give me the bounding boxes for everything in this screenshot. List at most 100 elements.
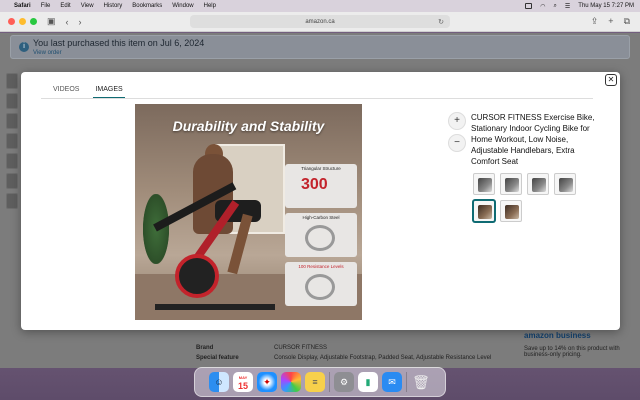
left-thumbnail[interactable] xyxy=(6,133,18,149)
bike-thumbnail-image xyxy=(478,178,492,192)
view-order-link[interactable]: View order xyxy=(33,50,607,56)
image-thumbnail[interactable] xyxy=(500,173,522,195)
main-product-image[interactable]: Durability and Stability Triangular Stru… xyxy=(135,104,362,320)
image-thumbnail[interactable] xyxy=(500,200,522,222)
image-thumbnail[interactable] xyxy=(473,173,495,195)
settings-icon[interactable]: ⚙ xyxy=(334,372,354,392)
search-icon[interactable]: ⌕ xyxy=(554,3,557,10)
feature-number: 300 xyxy=(301,176,328,193)
image-thumbnail-selected[interactable] xyxy=(473,200,495,222)
zoom-window-button[interactable] xyxy=(30,18,37,25)
reload-icon[interactable]: ↻ xyxy=(438,18,444,26)
left-thumbnail[interactable] xyxy=(6,93,18,109)
share-icon[interactable]: ⇪ xyxy=(591,16,599,27)
menu-view[interactable]: View xyxy=(81,3,94,9)
feature-label: 100 Resistance Levels xyxy=(298,264,344,269)
image-gallery-modal: VIDEOS IMAGES ✕ Durability and Stability… xyxy=(21,72,620,330)
media-tabs: VIDEOS IMAGES xyxy=(51,84,125,99)
zoom-out-button[interactable]: − xyxy=(448,134,466,152)
mail-icon[interactable]: ✉ xyxy=(382,372,402,392)
url-text: amazon.ca xyxy=(305,18,335,25)
business-promo: amazon business Save up to 14% on this p… xyxy=(524,331,634,358)
calendar-day: 15 xyxy=(237,381,248,391)
finder-icon[interactable]: ☺ xyxy=(209,372,229,392)
sidebar-icon[interactable]: ▣ xyxy=(47,16,56,27)
trash-icon[interactable]: 🗑 xyxy=(411,372,431,392)
purchase-notice: i You last purchased this item on Jul 6,… xyxy=(10,35,630,59)
info-icon: i xyxy=(19,42,29,52)
menu-file[interactable]: File xyxy=(41,3,51,9)
tab-videos[interactable]: VIDEOS xyxy=(51,84,81,99)
bike-thumbnail-image xyxy=(505,205,519,219)
menu-help[interactable]: Help xyxy=(204,3,216,9)
back-icon[interactable]: ‹ xyxy=(66,17,69,27)
detail-key: Brand xyxy=(196,345,214,351)
feature-panel: Triangular Structure 300 xyxy=(285,164,357,208)
close-window-button[interactable] xyxy=(8,18,15,25)
tab-overview-icon[interactable]: ⧉ xyxy=(624,16,630,27)
left-thumbnail[interactable] xyxy=(6,73,18,89)
bike-thumbnail-image xyxy=(505,178,519,192)
battery-icon[interactable] xyxy=(525,3,533,9)
minimize-window-button[interactable] xyxy=(19,18,26,25)
control-center-icon[interactable]: ☰ xyxy=(565,3,570,10)
menu-bar: Safari File Edit View History Bookmarks … xyxy=(0,0,640,12)
image-thumbnail[interactable] xyxy=(554,173,576,195)
image-headline: Durability and Stability xyxy=(172,118,325,134)
image-thumbnail[interactable] xyxy=(527,173,549,195)
detail-value: Console Display, Adjustable Footstrap, P… xyxy=(274,355,492,361)
numbers-icon[interactable]: ▮ xyxy=(358,372,378,392)
flywheel-detail-graphic xyxy=(305,225,335,251)
feature-panel: 100 Resistance Levels xyxy=(285,262,357,306)
left-thumbnail-strip xyxy=(6,73,20,213)
feature-label: Triangular Structure xyxy=(301,166,341,171)
dock: ☺ MAY 15 ✦ ≡ ⚙ ▮ ✉ 🗑 xyxy=(194,367,446,397)
business-text: Save up to 14% on this product with busi… xyxy=(524,346,620,358)
clock[interactable]: Thu May 15 7:27 PM xyxy=(578,3,634,9)
detail-key: Special feature xyxy=(196,355,239,361)
product-title: CURSOR FITNESS Exercise Bike, Stationary… xyxy=(471,113,595,166)
notice-title: You last purchased this item on Jul 6, 2… xyxy=(33,38,205,48)
zoom-in-button[interactable]: + xyxy=(448,112,466,130)
menu-window[interactable]: Window xyxy=(172,3,193,9)
product-details: Brand CURSOR FITNESS Special feature Con… xyxy=(196,345,491,365)
calendar-icon[interactable]: MAY 15 xyxy=(233,372,253,392)
menu-edit[interactable]: Edit xyxy=(60,3,70,9)
photos-icon[interactable] xyxy=(281,372,301,392)
menu-safari[interactable]: Safari xyxy=(14,3,31,9)
zoom-in-icon: + xyxy=(454,115,460,126)
bike-thumbnail-image xyxy=(478,205,492,219)
menu-bookmarks[interactable]: Bookmarks xyxy=(132,3,162,9)
safari-icon[interactable]: ✦ xyxy=(257,372,277,392)
bike-thumbnail-image xyxy=(532,178,546,192)
notes-icon[interactable]: ≡ xyxy=(305,372,325,392)
feature-label: High-Carbon Steel xyxy=(302,215,340,220)
new-tab-icon[interactable]: + xyxy=(608,16,613,27)
dock-separator xyxy=(406,372,407,392)
address-bar[interactable]: amazon.ca ↻ xyxy=(190,15,450,28)
tab-images[interactable]: IMAGES xyxy=(93,84,125,99)
detail-value: CURSOR FITNESS xyxy=(274,345,328,351)
close-modal-button[interactable]: ✕ xyxy=(605,74,617,86)
detail-row: Brand CURSOR FITNESS xyxy=(196,345,491,351)
wifi-icon[interactable]: ◠ xyxy=(540,3,545,10)
bike-thumbnail-image xyxy=(559,178,573,192)
flywheel-graphic xyxy=(175,254,219,298)
left-thumbnail[interactable] xyxy=(6,153,18,169)
menu-history[interactable]: History xyxy=(104,3,123,9)
amazon-business-logo[interactable]: amazon business xyxy=(524,331,634,340)
left-thumbnail[interactable] xyxy=(6,173,18,189)
browser-toolbar: ▣ ‹ › amazon.ca ↻ ⇪ + ⧉ xyxy=(0,12,640,32)
status-area: ◠ ⌕ ☰ Thu May 15 7:27 PM xyxy=(525,3,634,10)
feature-panels: Triangular Structure 300 High-Carbon Ste… xyxy=(285,164,357,311)
zoom-out-icon: − xyxy=(454,137,460,148)
feature-panel: High-Carbon Steel xyxy=(285,213,357,257)
left-thumbnail[interactable] xyxy=(6,193,18,209)
forward-icon[interactable]: › xyxy=(79,17,82,27)
window-controls xyxy=(8,18,37,25)
detail-row: Special feature Console Display, Adjusta… xyxy=(196,355,491,361)
tab-divider xyxy=(41,98,593,99)
thumbnail-grid xyxy=(473,173,593,222)
toolbar-right: ⇪ + ⧉ xyxy=(591,16,630,27)
left-thumbnail[interactable] xyxy=(6,113,18,129)
